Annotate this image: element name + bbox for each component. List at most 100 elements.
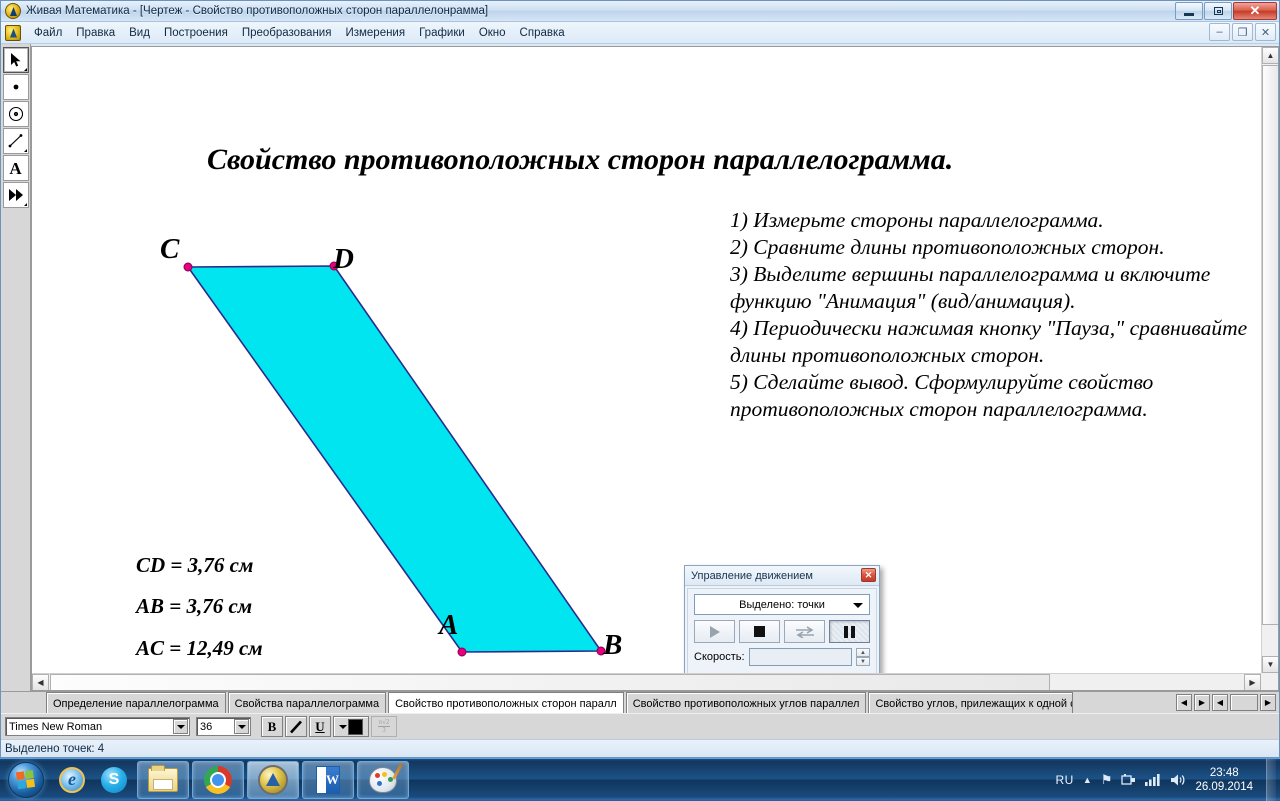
paint-window-button[interactable] xyxy=(357,761,409,799)
signal-bars-icon xyxy=(1145,773,1161,786)
minimize-button[interactable] xyxy=(1175,2,1203,20)
horizontal-scroll-thumb[interactable] xyxy=(50,674,1050,691)
page-tab-0[interactable]: Определение параллелограмма xyxy=(46,692,226,713)
vertex-label-a[interactable]: A xyxy=(439,609,458,642)
vertex-point-c[interactable] xyxy=(184,263,192,271)
taskbar: e S W RU ▲ ⚑ xyxy=(0,758,1280,800)
language-indicator[interactable]: RU xyxy=(1056,773,1074,787)
vertex-label-d[interactable]: D xyxy=(333,243,354,276)
status-bar: Выделено точек: 4 xyxy=(1,739,1279,757)
scroll-right-button[interactable]: ▶ xyxy=(1244,674,1261,691)
custom-tools[interactable] xyxy=(3,182,29,208)
vertical-scroll-thumb[interactable] xyxy=(1262,65,1279,625)
speed-spinner-down[interactable]: ▼ xyxy=(856,657,870,666)
clock[interactable]: 23:48 26.09.2014 xyxy=(1195,766,1253,794)
tab-blank-button[interactable] xyxy=(1230,694,1258,711)
page-tab-4[interactable]: Свойство углов, прилежащих к одной стор xyxy=(868,692,1073,713)
arrow-select-tool[interactable] xyxy=(3,47,29,73)
menu-measure[interactable]: Измерения xyxy=(338,25,412,41)
menu-transform[interactable]: Преобразования xyxy=(235,25,339,41)
speed-spinner[interactable]: ▲ ▼ xyxy=(856,648,870,666)
close-button[interactable]: ✕ xyxy=(1233,2,1277,20)
play-button[interactable] xyxy=(694,620,735,643)
sketch-canvas[interactable]: Свойство противоположных сторон параллел… xyxy=(32,47,1261,673)
menu-file[interactable]: Файл xyxy=(27,25,69,41)
measurement-cd[interactable]: CD = 3,76 см xyxy=(136,553,253,578)
sketch-canvas-container: Свойство противоположных сторон параллел… xyxy=(31,46,1279,691)
scroll-up-button[interactable]: ▲ xyxy=(1262,47,1279,64)
speed-spinner-up[interactable]: ▲ xyxy=(856,648,870,657)
motion-dialog-body: Выделено: точки xyxy=(687,588,877,673)
page-tab-3[interactable]: Свойство противоположных углов параллел xyxy=(626,692,867,713)
menu-construct[interactable]: Построения xyxy=(157,25,235,41)
show-hidden-icons-button[interactable]: ▲ xyxy=(1083,775,1092,785)
mdi-minimize-button[interactable]: – xyxy=(1209,23,1230,41)
underline-button[interactable]: U xyxy=(309,716,331,737)
document-icon[interactable] xyxy=(5,25,21,41)
pause-button[interactable] xyxy=(829,620,870,643)
clock-date: 26.09.2014 xyxy=(1195,780,1253,794)
selection-dropdown[interactable]: Выделено: точки xyxy=(694,594,870,615)
vertex-label-b[interactable]: B xyxy=(603,629,622,662)
compass-circle-tool[interactable] xyxy=(3,101,29,127)
bold-button[interactable]: B xyxy=(261,716,283,737)
straightedge-line-tool[interactable] xyxy=(3,128,29,154)
menu-help[interactable]: Справка xyxy=(513,25,572,41)
font-family-combo[interactable]: Times New Roman xyxy=(5,717,190,736)
vertical-scrollbar[interactable]: ▲ ▼ xyxy=(1261,47,1278,673)
page-tab-1[interactable]: Свойства параллелограмма xyxy=(228,692,386,713)
application-window: Живая Математика - [Чертеж - Свойство пр… xyxy=(0,0,1280,758)
font-family-dropdown-arrow[interactable] xyxy=(173,719,188,734)
italic-icon xyxy=(288,719,304,735)
menu-graph[interactable]: Графики xyxy=(412,25,472,41)
page-tab-2[interactable]: Свойство противоположных сторон паралл xyxy=(388,692,624,713)
font-size-combo[interactable]: 36 xyxy=(196,717,251,736)
speaker-icon xyxy=(1170,773,1186,787)
menu-edit[interactable]: Правка xyxy=(69,25,122,41)
safely-remove-hardware-icon[interactable] xyxy=(1121,773,1136,787)
scroll-down-button[interactable]: ▼ xyxy=(1262,656,1279,673)
text-tool[interactable]: A xyxy=(3,155,29,181)
scroll-left-button[interactable]: ◀ xyxy=(32,674,49,691)
motion-dialog-close-button[interactable]: ✕ xyxy=(861,568,876,582)
zhivaya-matematika-window-button[interactable] xyxy=(247,761,299,799)
reverse-button[interactable] xyxy=(784,620,825,643)
start-button[interactable] xyxy=(2,760,50,800)
stop-button[interactable] xyxy=(739,620,780,643)
network-signal-icon[interactable] xyxy=(1145,773,1161,786)
chrome-window-button[interactable] xyxy=(192,761,244,799)
italic-button[interactable] xyxy=(285,716,307,737)
menu-window[interactable]: Окно xyxy=(472,25,513,41)
skype-quicklaunch[interactable]: S xyxy=(94,761,134,799)
text-color-button[interactable] xyxy=(333,716,369,737)
vertex-point-a[interactable] xyxy=(458,648,466,656)
volume-icon[interactable] xyxy=(1170,773,1186,787)
tab-prev-button[interactable]: ◀ xyxy=(1176,694,1192,711)
color-dropdown-arrow[interactable] xyxy=(339,725,347,729)
font-size-dropdown-arrow[interactable] xyxy=(234,719,249,734)
internet-explorer-quicklaunch[interactable]: e xyxy=(52,761,92,799)
word-window-button[interactable]: W xyxy=(302,761,354,799)
vertex-label-c[interactable]: C xyxy=(160,233,179,266)
skype-icon: S xyxy=(101,767,127,793)
menu-view[interactable]: Вид xyxy=(122,25,157,41)
tab-last-button[interactable]: ▶ xyxy=(1260,694,1276,711)
speed-input[interactable] xyxy=(749,648,852,666)
mdi-restore-button[interactable]: ❐ xyxy=(1232,23,1253,41)
menu-bar: Файл Правка Вид Построения Преобразовани… xyxy=(1,22,1279,44)
show-desktop-button[interactable] xyxy=(1266,759,1276,801)
restore-button[interactable] xyxy=(1204,2,1232,20)
measurement-ab[interactable]: AB = 3,76 см xyxy=(136,594,252,619)
explorer-window-button[interactable] xyxy=(137,761,189,799)
action-center-flag-icon[interactable]: ⚑ xyxy=(1101,772,1113,788)
motion-dialog-titlebar[interactable]: Управление движением ✕ xyxy=(685,566,879,586)
internet-explorer-icon: e xyxy=(59,767,85,793)
windows-start-orb-icon xyxy=(8,762,44,798)
horizontal-scrollbar[interactable]: ◀ ▶ xyxy=(32,673,1261,690)
point-tool[interactable] xyxy=(3,74,29,100)
tab-next-button[interactable]: ▶ xyxy=(1194,694,1210,711)
tab-first-button[interactable]: ◀ xyxy=(1212,694,1228,711)
usb-device-icon xyxy=(1121,773,1136,787)
mdi-close-button[interactable]: ✕ xyxy=(1255,23,1276,41)
measurement-ac[interactable]: AC = 12,49 см xyxy=(136,636,263,661)
